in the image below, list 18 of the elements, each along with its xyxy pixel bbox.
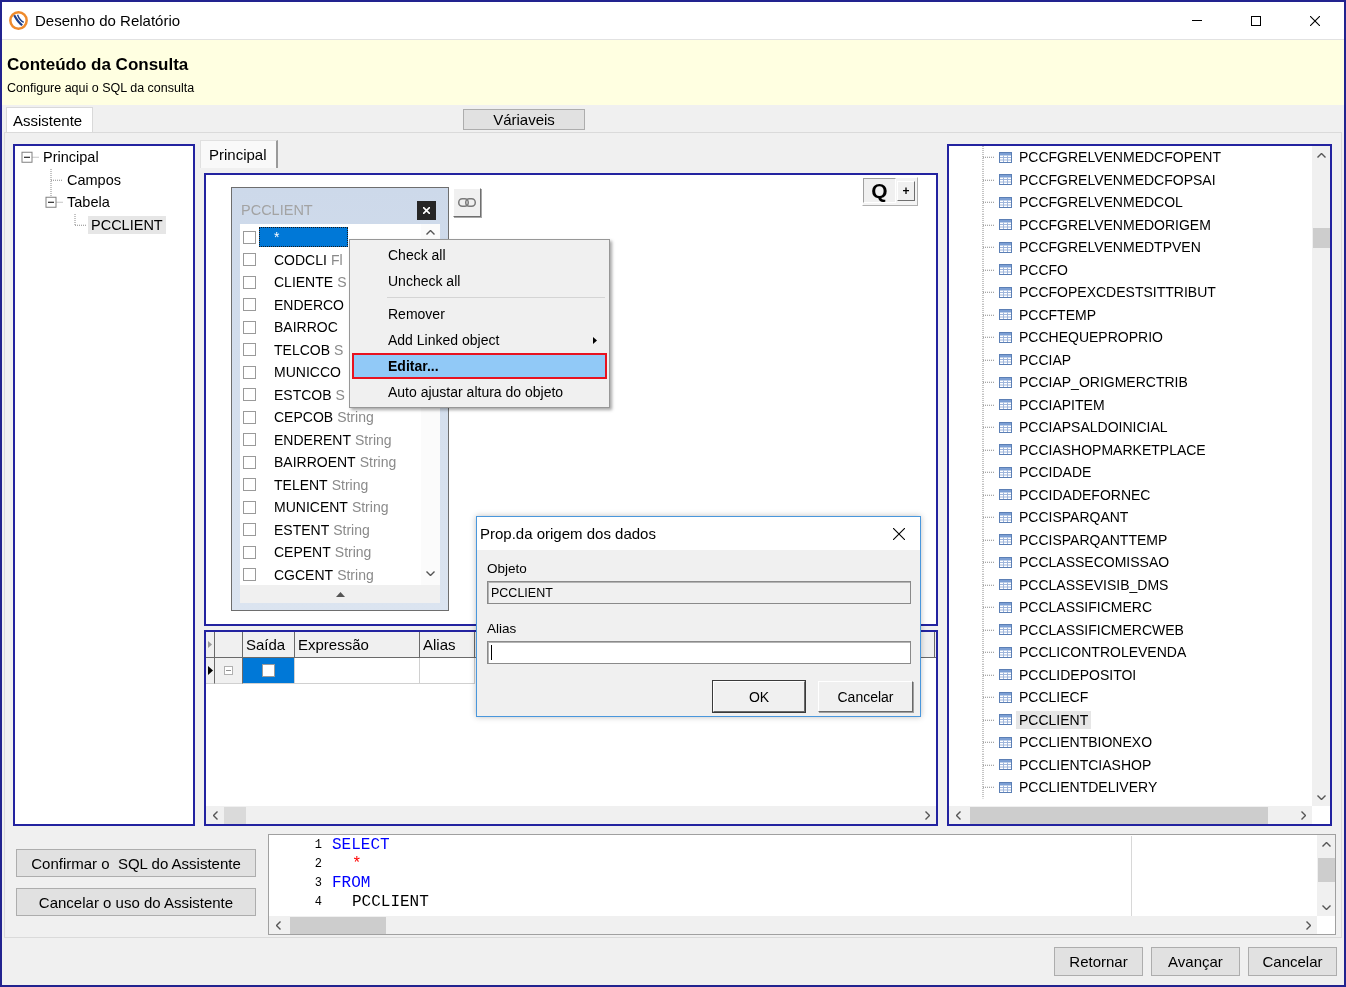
- code-line: FROM: [332, 874, 371, 893]
- column-header: Expressão: [297, 636, 369, 653]
- field-label: Objeto: [487, 561, 527, 576]
- code-line: SELECT: [332, 836, 390, 855]
- dialog-title: Prop.da origem dos dados: [480, 525, 656, 542]
- code-line: *: [352, 855, 362, 874]
- column-header: Alias: [422, 636, 456, 653]
- line-number: 4: [314, 894, 322, 911]
- field-label: Alias: [487, 621, 517, 636]
- header-title: Conteúdo da Consulta: [7, 54, 189, 76]
- column-header: Saída: [245, 636, 286, 653]
- window-title: Desenho do Relatório: [35, 12, 181, 29]
- line-number: 1: [314, 837, 322, 854]
- line-number: 3: [314, 875, 322, 892]
- table-title: PCCLIENT: [241, 202, 313, 218]
- code-line: PCCLIENT: [352, 893, 429, 912]
- header-subtitle: Configure aqui o SQL da consulta: [7, 80, 195, 97]
- line-number: 2: [314, 856, 322, 873]
